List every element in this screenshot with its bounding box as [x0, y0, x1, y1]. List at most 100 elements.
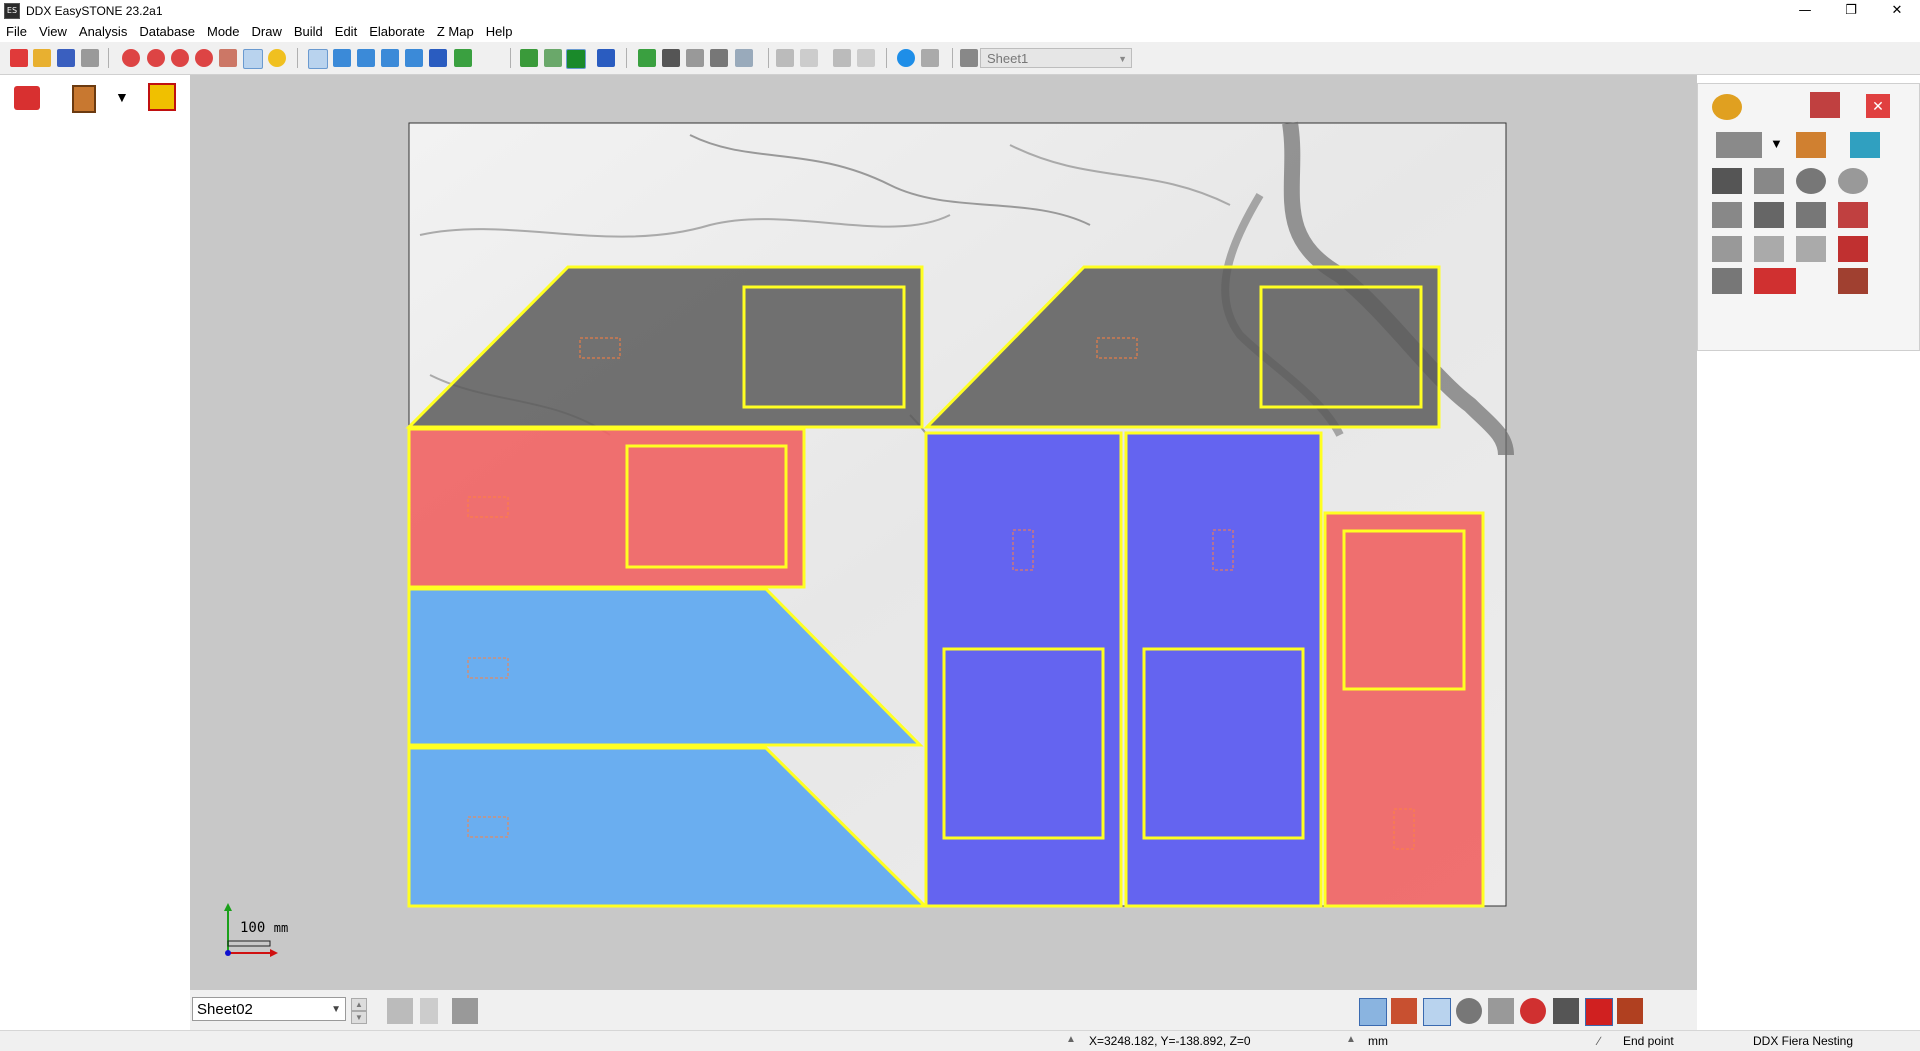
view-back-icon[interactable] — [357, 49, 375, 67]
book-icon[interactable] — [72, 85, 96, 113]
menu-help[interactable]: Help — [480, 22, 519, 42]
dropdown-arrow-icon[interactable]: ▼ — [115, 89, 129, 105]
menu-analysis[interactable]: Analysis — [73, 22, 133, 42]
user-icon[interactable] — [897, 49, 915, 67]
spin-down-icon[interactable]: ▼ — [351, 1011, 367, 1024]
pan-hand-icon[interactable] — [219, 49, 237, 67]
view-top-icon[interactable] — [429, 49, 447, 67]
puzzle-piece-icon[interactable] — [1754, 236, 1784, 262]
layers-list-icon[interactable] — [14, 86, 40, 110]
left-panel: ▼ — [0, 75, 190, 1030]
coordinates-readout: X=3248.182, Y=-138.892, Z=0 — [1089, 1034, 1251, 1048]
grid-icon[interactable] — [387, 998, 413, 1024]
view-right-icon[interactable] — [405, 49, 423, 67]
sheet-combo[interactable]: Sheet02 ▼ — [192, 997, 346, 1021]
menu-build[interactable]: Build — [288, 22, 329, 42]
shading-hidden-icon[interactable] — [544, 49, 562, 67]
new-file-icon[interactable] — [10, 49, 28, 67]
paint-bucket-icon[interactable] — [1796, 132, 1826, 158]
nesting-group-icon[interactable] — [1712, 268, 1742, 294]
scale-value: 100 — [240, 920, 266, 936]
stack-down-icon[interactable] — [1838, 268, 1868, 294]
zoom-window-icon[interactable] — [122, 49, 140, 67]
snap-mode[interactable]: End point — [1623, 1034, 1674, 1048]
redo-dropdown-icon[interactable] — [857, 49, 875, 67]
shading-wire-icon[interactable] — [520, 49, 538, 67]
piece-shape-icon[interactable] — [1712, 236, 1742, 262]
cursor-icon[interactable] — [1488, 998, 1514, 1024]
nesting-canvas[interactable]: 100 mm — [190, 75, 1697, 990]
menu-file[interactable]: File — [0, 22, 33, 42]
view-iso-icon[interactable] — [308, 49, 328, 69]
folders-icon[interactable] — [148, 83, 176, 111]
zoom-all-icon[interactable] — [147, 49, 165, 67]
minimize-icon[interactable]: — — [1782, 0, 1828, 22]
undo-dropdown-icon[interactable] — [800, 49, 818, 67]
status-bar: ▲ X=3248.182, Y=-138.892, Z=0 ▲ mm ∕ End… — [0, 1030, 1920, 1051]
move-icon[interactable] — [1456, 998, 1482, 1024]
restore-icon[interactable]: ❐ — [1828, 0, 1874, 22]
dropdown-arrow-icon[interactable]: ▼ — [1770, 136, 1783, 151]
water-drop-icon[interactable] — [1850, 132, 1880, 158]
measure-icon[interactable] — [243, 49, 263, 69]
puzzle-alt-icon[interactable] — [1796, 236, 1826, 262]
close-panel-icon[interactable]: ✕ — [1866, 94, 1890, 118]
sawing-machine-icon[interactable] — [1838, 202, 1868, 228]
menu-view[interactable]: View — [33, 22, 73, 42]
nest-active-icon[interactable] — [1359, 998, 1387, 1026]
open-file-icon[interactable] — [33, 49, 51, 67]
close-icon[interactable]: ✕ — [1874, 0, 1920, 22]
settings-gears-icon[interactable] — [1712, 94, 1742, 120]
camera-icon[interactable] — [662, 49, 680, 67]
zoom-in-icon[interactable] — [195, 49, 213, 67]
view-left-icon[interactable] — [381, 49, 399, 67]
view-front-icon[interactable] — [333, 49, 351, 67]
grid-slabs-icon[interactable] — [1754, 202, 1784, 228]
menu-bar: File View Analysis Database Mode Draw Bu… — [0, 22, 1920, 42]
redo-icon[interactable] — [833, 49, 851, 67]
piece-blue-2 — [1124, 431, 1323, 908]
print-icon[interactable] — [81, 49, 99, 67]
move-to-grid-icon[interactable] — [1754, 268, 1796, 294]
view-bottom-icon[interactable] — [454, 49, 472, 67]
shield-icon[interactable] — [597, 49, 615, 67]
slabs-stack-icon[interactable] — [1716, 132, 1762, 158]
arrows-icon[interactable] — [1520, 998, 1546, 1024]
save-icon[interactable] — [57, 49, 75, 67]
menu-elaborate[interactable]: Elaborate — [363, 22, 431, 42]
fit-icon[interactable] — [1553, 998, 1579, 1024]
select-tool-icon[interactable] — [710, 49, 728, 67]
undo-icon[interactable] — [776, 49, 794, 67]
menu-edit[interactable]: Edit — [329, 22, 363, 42]
chevron-down-icon: ▼ — [1118, 54, 1127, 64]
arrow-tool-icon[interactable] — [686, 49, 704, 67]
report-export-icon[interactable] — [1810, 92, 1840, 118]
shading-solid-icon[interactable] — [566, 49, 586, 69]
magnet-icon[interactable] — [1585, 998, 1613, 1026]
sort-icon[interactable] — [420, 998, 438, 1024]
menu-mode[interactable]: Mode — [201, 22, 246, 42]
app-icon: ES — [4, 3, 20, 19]
vacuum-cup-icon[interactable] — [1838, 236, 1868, 262]
piece-red-1 — [407, 427, 806, 589]
rotate-circle-icon[interactable] — [1838, 168, 1868, 194]
scatter-pieces-icon[interactable] — [1712, 168, 1742, 194]
menu-database[interactable]: Database — [133, 22, 201, 42]
spin-up-icon[interactable]: ▲ — [351, 998, 367, 1011]
rotate-icon[interactable] — [1796, 168, 1826, 194]
mail-icon[interactable] — [921, 49, 939, 67]
lightbulb-icon[interactable] — [268, 49, 286, 67]
window-icon[interactable] — [1617, 998, 1643, 1024]
single-slab-icon[interactable] — [1712, 202, 1742, 228]
document-icon[interactable] — [735, 49, 753, 67]
explode-icon[interactable] — [1754, 168, 1784, 194]
menu-zmap[interactable]: Z Map — [431, 22, 480, 42]
menu-draw[interactable]: Draw — [246, 22, 288, 42]
align-icon[interactable] — [452, 998, 478, 1024]
frame-icon[interactable] — [1391, 998, 1417, 1024]
image-icon[interactable] — [638, 49, 656, 67]
no-entry-icon[interactable] — [1423, 998, 1451, 1026]
zoom-out-icon[interactable] — [171, 49, 189, 67]
sheet-select[interactable]: Sheet1 ▼ — [980, 48, 1132, 68]
cut-slab-icon[interactable] — [1796, 202, 1826, 228]
